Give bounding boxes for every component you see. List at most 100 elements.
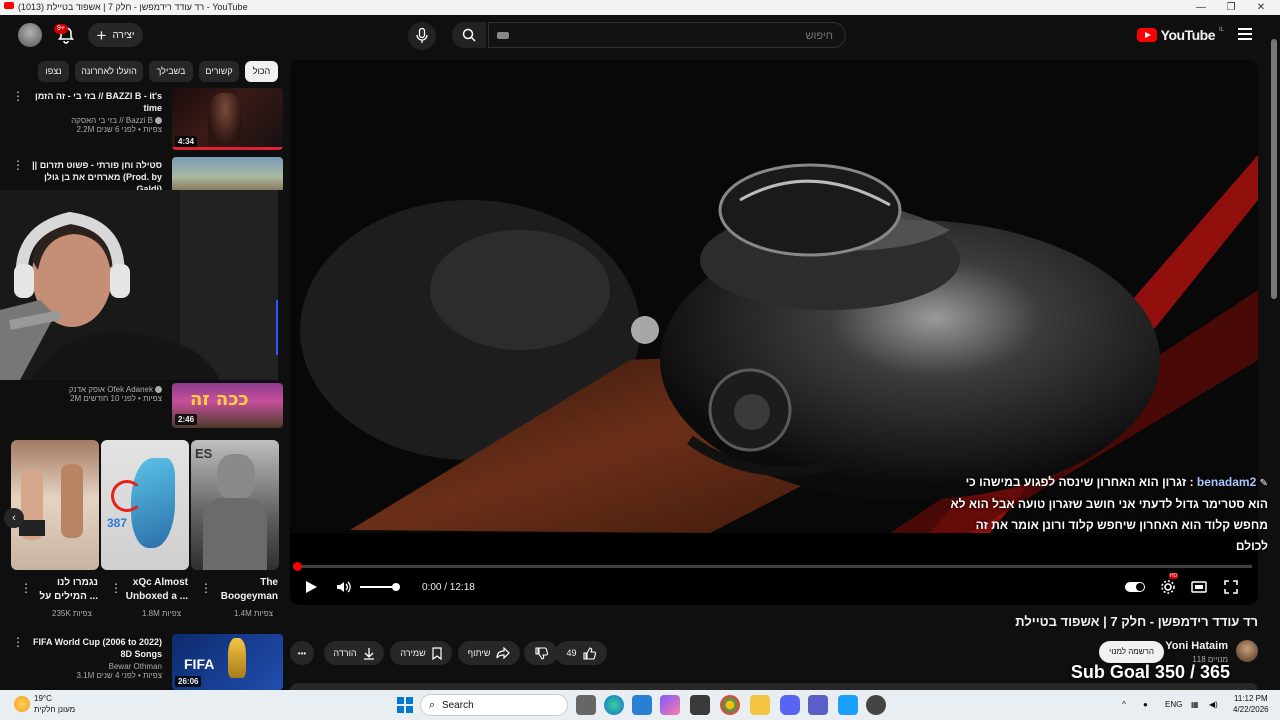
chip-all[interactable]: הכול (245, 61, 278, 82)
weather-description[interactable]: מעונן חלקית (34, 705, 75, 714)
short-thumbnail[interactable] (11, 440, 99, 570)
short-thumbnail[interactable]: ES (191, 440, 279, 570)
youtube-logo[interactable]: YouTube IL (1136, 25, 1224, 45)
more-actions-icon[interactable]: ⋮ (12, 90, 24, 102)
search-icon: ⌕ (429, 699, 436, 711)
video-stats: 3.1M צפיות • לפני 4 שנים (76, 671, 162, 680)
more-actions-icon[interactable]: ⋮ (110, 582, 122, 594)
channel-name[interactable]: בזי בי האסקה // Bazzi B (71, 116, 153, 125)
volume-slider[interactable] (360, 583, 400, 591)
short-title[interactable]: נגמרו לנו המילים על ... (28, 576, 98, 604)
progress-scrubber[interactable] (293, 562, 302, 571)
create-button[interactable]: + יצירה (88, 23, 143, 47)
copilot-icon[interactable] (660, 695, 680, 715)
file-explorer-icon[interactable] (750, 695, 770, 715)
clock-time[interactable]: 11:12 PM (1234, 694, 1268, 703)
channel-name[interactable]: Bewar Othman (24, 662, 162, 671)
channel-name[interactable]: אופק אדנק Ofek Adanek (69, 385, 153, 394)
chevron-up-icon[interactable]: ^ (1122, 700, 1126, 709)
weather-temp[interactable]: 19°C (34, 694, 52, 703)
windows-start-icon[interactable] (395, 695, 415, 715)
short-title[interactable]: The Boogeyman (208, 576, 278, 604)
autoplay-toggle[interactable] (1125, 577, 1145, 597)
play-button[interactable] (304, 577, 318, 597)
video-frame[interactable] (290, 60, 1258, 533)
search-box[interactable] (488, 22, 846, 48)
list-item[interactable]: ⋮ בזי בי - זה הזמן // BAZZI B - it's tim… (0, 88, 285, 152)
scrollbar-thumb[interactable] (1271, 39, 1277, 299)
video-thumbnail[interactable]: ככה זה 2:46 (172, 383, 283, 428)
plus-icon: + (96, 25, 107, 45)
settings-button[interactable]: HD (1160, 573, 1179, 597)
video-duration: 26:06 (175, 676, 202, 687)
close-window-button[interactable]: ✕ (1246, 0, 1276, 15)
taskbar-search[interactable]: ⌕ Search (420, 694, 568, 716)
short-title[interactable]: xQc Almost Unboxed a ... (118, 576, 188, 604)
speaker-icon[interactable]: ◀) (1209, 700, 1218, 709)
video-thumbnail[interactable]: FIFA 26:06 (172, 634, 283, 690)
dislike-button[interactable] (524, 641, 558, 665)
weather-icon[interactable] (14, 696, 30, 712)
chip-for-you[interactable]: בשבילך (149, 61, 193, 82)
chip-watched[interactable]: נצפו (38, 61, 69, 82)
share-icon (496, 647, 511, 659)
video-title[interactable]: בזי בי - זה הזמן // BAZZI B - it's time (24, 90, 162, 114)
volume-control[interactable] (336, 577, 400, 597)
keyboard-icon[interactable] (497, 32, 509, 39)
play-icon (306, 581, 317, 593)
list-item[interactable]: ⋮ FIFA World Cup (2006 to 2022) 8D Songs… (0, 634, 285, 690)
more-actions-icon[interactable]: ⋮ (200, 582, 212, 594)
video-title[interactable]: FIFA World Cup (2006 to 2022) 8D Songs (24, 636, 162, 660)
search-button[interactable] (452, 22, 486, 48)
microphone-icon[interactable]: ● (1143, 700, 1148, 709)
obs-icon[interactable] (866, 695, 886, 715)
hd-badge: HD (1169, 573, 1179, 579)
save-label: שמירה (400, 648, 426, 658)
network-icon[interactable]: ▦ (1191, 700, 1199, 709)
chip-recently-uploaded[interactable]: הועלו לאחרונה (75, 61, 143, 82)
subscribe-button[interactable]: הרשמה למנוי (1099, 641, 1164, 663)
task-view-icon[interactable] (576, 695, 596, 715)
list-item[interactable]: ⋮ סטילה וחן פורתי - פשוט תזרום || מארחים… (0, 157, 285, 194)
shorts-scroll-left-button[interactable]: ‹ (4, 508, 24, 528)
more-actions-icon[interactable]: ⋮ (12, 159, 24, 171)
clock-date[interactable]: 4/22/2026 (1233, 705, 1269, 714)
channel-name[interactable]: Yoni Hataim (1165, 640, 1228, 652)
menu-icon[interactable] (1238, 28, 1252, 40)
more-actions-icon[interactable]: ⋮ (12, 636, 24, 648)
channel-avatar[interactable] (1236, 640, 1258, 662)
save-button[interactable]: שמירה (390, 641, 452, 665)
bookmark-icon (432, 646, 442, 660)
language-indicator[interactable]: ENG (1165, 700, 1182, 709)
microsoft-store-icon[interactable] (632, 695, 652, 715)
pencil-icon: ✎ (1259, 478, 1268, 489)
download-button[interactable]: הורדה (324, 641, 384, 665)
app-icon[interactable] (838, 695, 858, 715)
progress-bar[interactable] (293, 562, 1252, 571)
search-input[interactable] (531, 29, 835, 43)
page-scrollbar[interactable] (1268, 15, 1280, 690)
short-views: 1.8M צפיות (142, 609, 181, 618)
fullscreen-button[interactable] (1224, 577, 1238, 597)
minimize-button[interactable]: — (1186, 0, 1216, 15)
chrome-icon[interactable] (720, 695, 740, 715)
app-icon[interactable] (690, 695, 710, 715)
video-duration: 4:34 (175, 136, 198, 147)
edge-browser-icon[interactable] (604, 695, 624, 715)
video-thumbnail[interactable]: 4:34 (172, 88, 283, 150)
like-button[interactable]: 49 (555, 641, 607, 665)
theater-mode-button[interactable] (1191, 577, 1207, 597)
chip-related[interactable]: קשורים (199, 61, 239, 82)
more-actions-icon[interactable]: ⋮ (20, 582, 32, 594)
teams-icon[interactable] (808, 695, 828, 715)
more-actions-button[interactable]: ••• (290, 641, 314, 665)
maximize-button[interactable]: ❐ (1216, 0, 1246, 15)
discord-icon[interactable] (780, 695, 800, 715)
voice-search-button[interactable] (408, 22, 436, 50)
video-thumbnail[interactable] (172, 157, 283, 190)
list-item[interactable]: אופק אדנק Ofek Adanek 2M צפיות • לפני 10… (0, 383, 285, 431)
search-icon (462, 28, 476, 42)
short-thumbnail[interactable]: 387 (101, 440, 189, 570)
account-avatar[interactable] (18, 23, 42, 47)
share-button[interactable]: שיתוף (458, 641, 520, 665)
